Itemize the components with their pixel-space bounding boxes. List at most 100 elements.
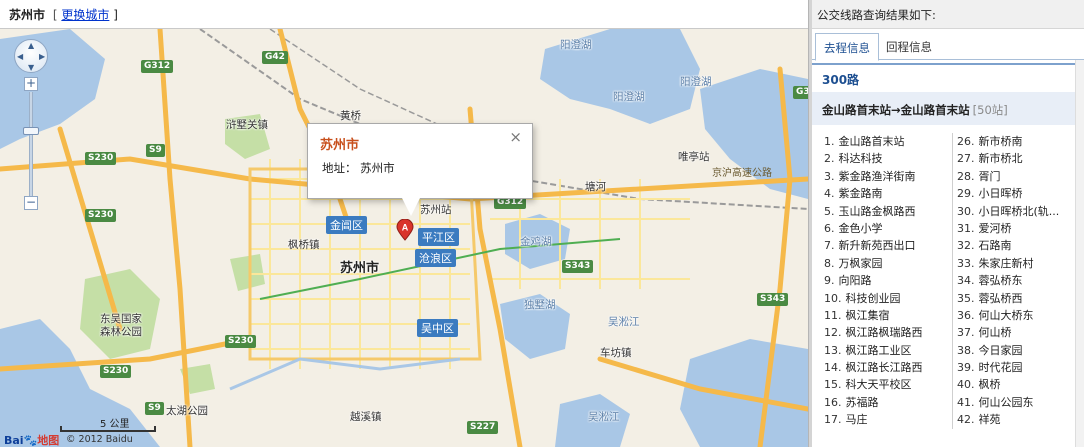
stop-item[interactable]: 42. 祥苑: [957, 411, 1080, 428]
panel-scrollbar[interactable]: [1075, 60, 1084, 447]
tab-return[interactable]: 回程信息: [878, 33, 940, 60]
stop-number: 34.: [957, 274, 975, 288]
stop-item[interactable]: 4. 紫金路南: [824, 185, 950, 202]
stop-item[interactable]: 10. 科技创业园: [824, 290, 950, 307]
stop-number: 9.: [824, 274, 835, 288]
stop-item[interactable]: 16. 苏福路: [824, 394, 950, 411]
stop-name: 新市桥南: [978, 135, 1023, 148]
label-city-suzhou: 苏州市: [340, 261, 380, 276]
stop-name: 小日晖桥北(轨...: [978, 204, 1060, 218]
stop-item[interactable]: 32. 石路南: [957, 237, 1080, 254]
shield-g312-top: G312: [141, 60, 174, 73]
stop-name: 时代花园: [978, 361, 1023, 375]
current-city: 苏州市: [9, 8, 46, 22]
stop-item[interactable]: 38. 今日家园: [957, 342, 1080, 359]
stop-item[interactable]: 7. 新升新苑西出口: [824, 237, 950, 254]
stop-item[interactable]: 36. 何山大桥东: [957, 307, 1080, 324]
stop-item[interactable]: 14. 枫江路长江路西: [824, 359, 950, 376]
logo-text: Bai: [4, 434, 24, 447]
shield-s230-c: S230: [225, 335, 257, 348]
stop-item[interactable]: 13. 枫江路工业区: [824, 342, 950, 359]
stop-name: 苏福路: [845, 395, 879, 409]
route-name[interactable]: 300路: [812, 63, 1084, 90]
pan-control[interactable]: ▲ ▼ ◀ ▶: [14, 39, 48, 73]
zoom-in-button[interactable]: +: [24, 77, 38, 91]
district-jinchang[interactable]: 金阊区: [326, 216, 367, 234]
stop-item[interactable]: 37. 何山桥: [957, 324, 1080, 341]
district-wuzhong[interactable]: 吴中区: [417, 319, 458, 337]
stop-item[interactable]: 29. 小日晖桥: [957, 185, 1080, 202]
stop-name: 枫桥: [978, 378, 1001, 392]
pan-down-icon[interactable]: ▼: [28, 63, 34, 72]
stop-item[interactable]: 8. 万枫家园: [824, 255, 950, 272]
stop-item[interactable]: 17. 马庄: [824, 411, 950, 428]
stop-item[interactable]: 30. 小日晖桥北(轨...: [957, 203, 1080, 220]
map-canvas[interactable]: 阳澄湖 阳澄湖 阳澄湖 浒墅关镇 黄桥 枫桥镇 唯亭站 金鸡湖 独墅湖 车坊镇 …: [0, 29, 808, 447]
stop-number: 15.: [824, 378, 842, 392]
close-icon[interactable]: ×: [509, 128, 522, 146]
stop-name: 蓉弘桥西: [978, 291, 1023, 305]
tab-outbound[interactable]: 去程信息: [815, 33, 879, 61]
park-mid: [230, 254, 265, 291]
zoom-out-button[interactable]: −: [24, 196, 38, 210]
stop-name: 枫江集宿: [845, 308, 890, 322]
district-pingjiang[interactable]: 平江区: [418, 228, 459, 246]
stop-item[interactable]: 35. 蓉弘桥西: [957, 290, 1080, 307]
pan-left-icon[interactable]: ◀: [17, 52, 23, 61]
stop-item[interactable]: 11. 枫江集宿: [824, 307, 950, 324]
stop-name: 何山大桥东: [978, 308, 1034, 322]
stop-item[interactable]: 34. 蓉弘桥东: [957, 272, 1080, 289]
direction-tabs: 去程信息 回程信息: [812, 33, 1084, 61]
stop-number: 5.: [824, 204, 835, 218]
stop-name: 今日家园: [978, 343, 1023, 357]
label-dongwu-park-2: 森林公园: [100, 326, 142, 338]
info-window-pointer: [402, 198, 420, 216]
stop-item[interactable]: 5. 玉山路金枫路西: [824, 203, 950, 220]
stop-number: 38.: [957, 343, 975, 357]
stop-name: 石路南: [978, 239, 1012, 253]
district-canglang[interactable]: 沧浪区: [415, 249, 456, 267]
label-dushu-lake: 独墅湖: [524, 299, 556, 311]
route-direction-text: 金山路首末站→金山路首末站: [822, 103, 970, 117]
stop-item[interactable]: 12. 枫江路枫瑞路西: [824, 324, 950, 341]
label-huangqiao: 黄桥: [340, 110, 361, 122]
stop-number: 37.: [957, 326, 975, 340]
stop-item[interactable]: 3. 紫金路渔洋街南: [824, 168, 950, 185]
stop-item[interactable]: 27. 新市桥北: [957, 150, 1080, 167]
stop-item[interactable]: 2. 科达科技: [824, 150, 950, 167]
label-yuexi: 越溪镇: [350, 411, 382, 423]
stop-item[interactable]: 9. 向阳路: [824, 272, 950, 289]
shield-s230-a: S230: [85, 152, 117, 165]
stop-item[interactable]: 6. 金色小学: [824, 220, 950, 237]
info-window-title[interactable]: 苏州市: [320, 134, 359, 153]
zoom-slider-track[interactable]: [29, 92, 33, 196]
baidu-map-logo[interactable]: Bai🐾地图: [4, 432, 59, 447]
stop-item[interactable]: 31. 爱河桥: [957, 220, 1080, 237]
stop-number: 13.: [824, 343, 842, 357]
pan-right-icon[interactable]: ▶: [39, 52, 45, 61]
bracket-close: ]: [113, 8, 118, 22]
stop-item[interactable]: 15. 科大天平校区: [824, 376, 950, 393]
stop-name: 何山桥: [978, 326, 1012, 340]
location-marker-icon[interactable]: A: [396, 219, 414, 241]
stop-name: 马庄: [845, 413, 868, 427]
stop-number: 26.: [957, 135, 975, 148]
shield-s9-top: S9: [146, 144, 165, 157]
stop-item[interactable]: 40. 枫桥: [957, 376, 1080, 393]
stop-item[interactable]: 39. 时代花园: [957, 359, 1080, 376]
stop-name: 枫江路长江路西: [845, 361, 923, 375]
zoom-slider-handle[interactable]: [23, 127, 39, 135]
change-city-link[interactable]: 更换城市: [61, 8, 109, 22]
stop-number: 8.: [824, 256, 835, 270]
label-xushuguan: 浒墅关镇: [226, 119, 268, 131]
stop-item[interactable]: 41. 何山公园东: [957, 394, 1080, 411]
stop-number: 14.: [824, 361, 842, 375]
stop-item[interactable]: 1. 金山路首末站: [824, 133, 950, 150]
stop-item[interactable]: 28. 胥门: [957, 168, 1080, 185]
stop-item[interactable]: 33. 朱家庄新村: [957, 255, 1080, 272]
stop-list-right: 26. 新市桥南 27. 新市桥北 28. 胥门 29. 小日晖桥 30. 小日晖桥北(轨... 3…: [952, 133, 1080, 429]
info-window-address: 地址： 苏州市: [322, 161, 395, 175]
pan-up-icon[interactable]: ▲: [28, 41, 34, 50]
stop-name: 何山公园东: [978, 395, 1034, 409]
stop-item[interactable]: 26. 新市桥南: [957, 133, 1080, 150]
